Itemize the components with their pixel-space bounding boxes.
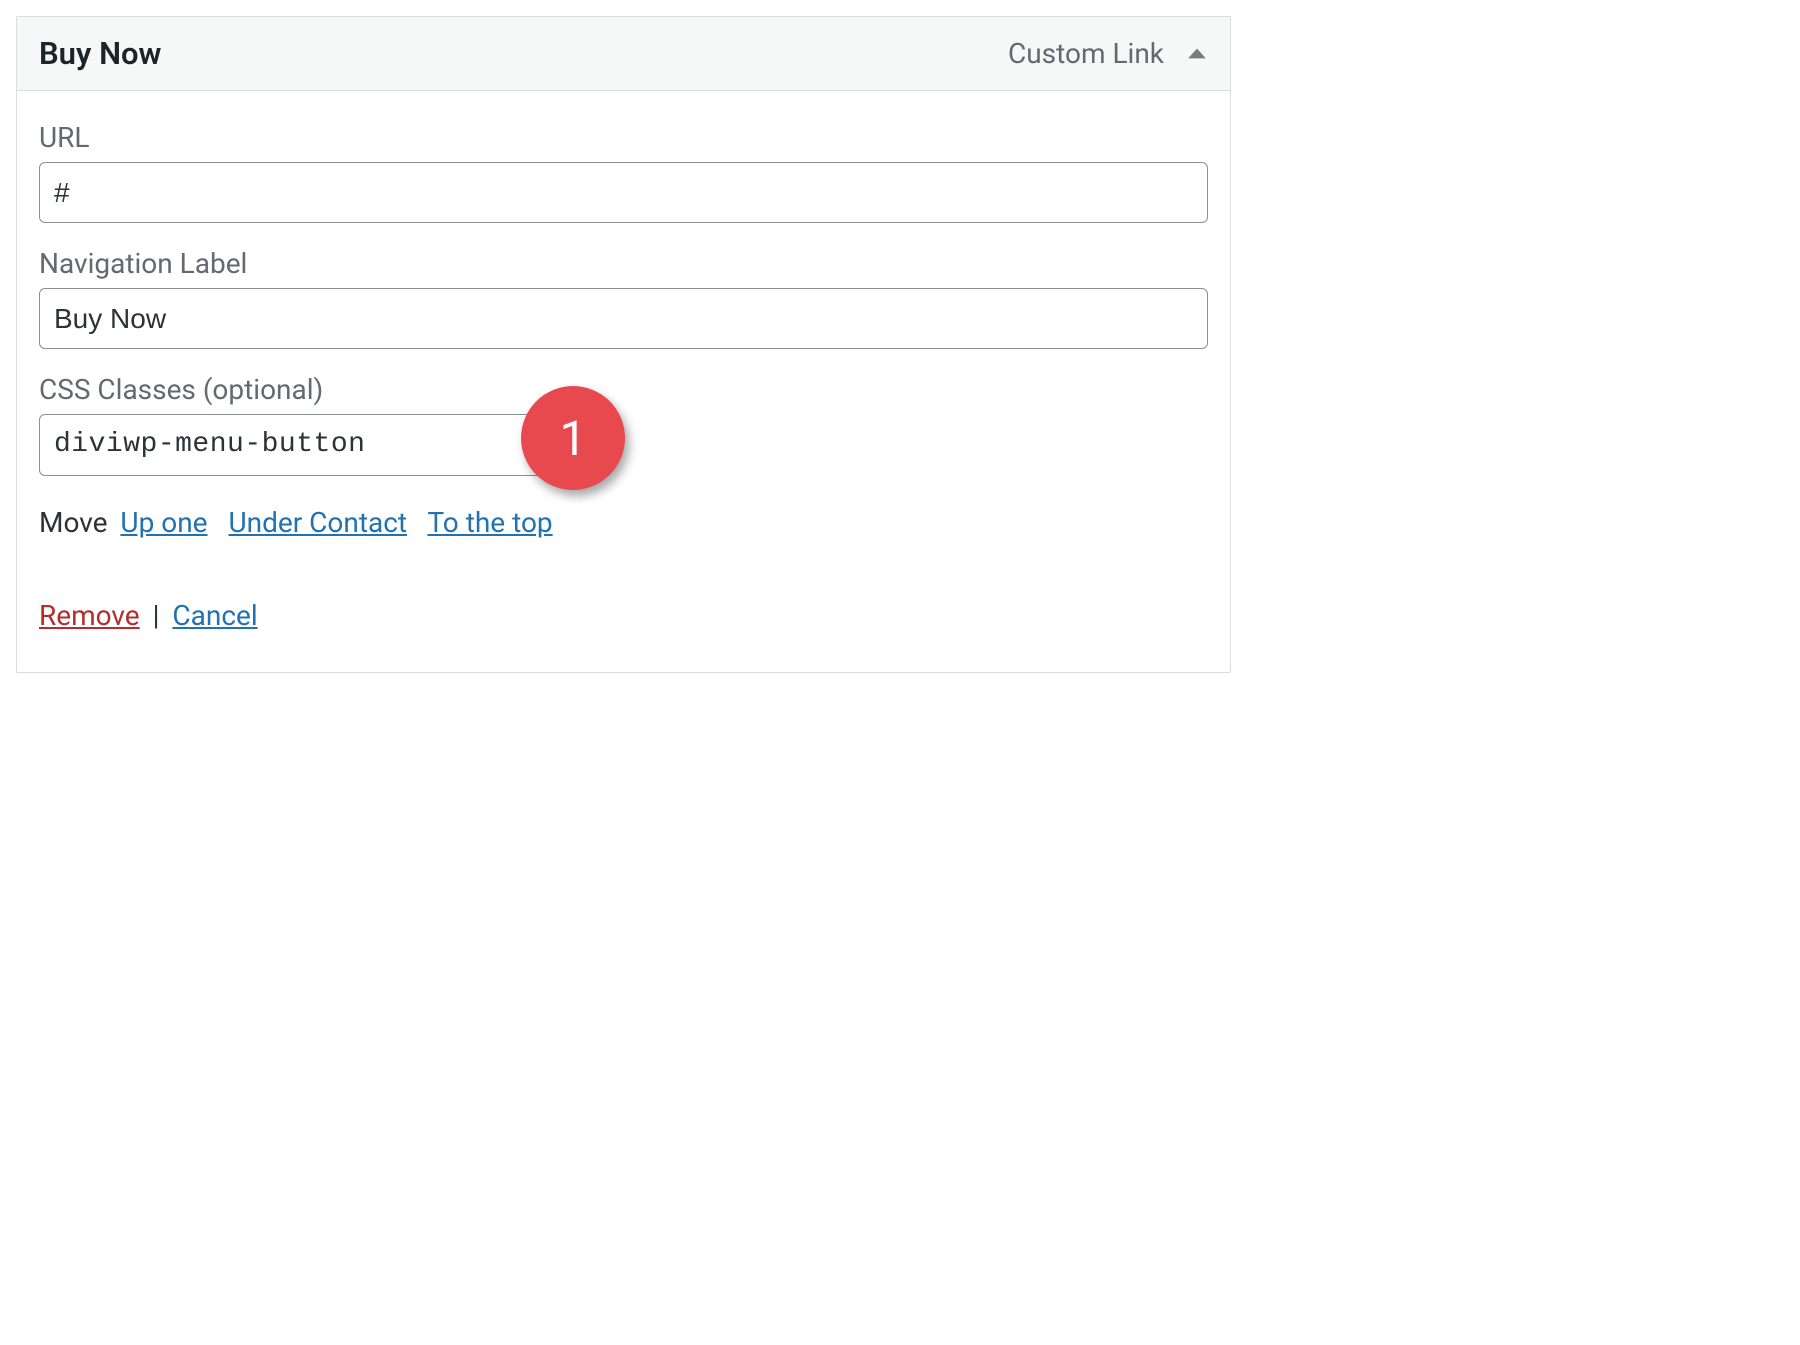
url-field-group: URL xyxy=(39,121,1208,223)
action-separator: | xyxy=(153,599,160,632)
css-classes-label: CSS Classes (optional) xyxy=(39,373,1208,406)
menu-item-type-wrap: Custom Link xyxy=(1008,37,1208,70)
move-row: Move Up one Under Contact To the top xyxy=(39,506,1208,539)
move-up-one-link[interactable]: Up one xyxy=(120,506,207,539)
move-prefix: Move xyxy=(39,506,107,539)
remove-link[interactable]: Remove xyxy=(39,599,140,632)
menu-item-header[interactable]: Buy Now Custom Link xyxy=(17,17,1230,91)
move-to-top-link[interactable]: To the top xyxy=(427,506,552,539)
menu-item-title: Buy Now xyxy=(39,35,161,72)
navigation-label-input[interactable] xyxy=(39,288,1208,349)
cancel-link[interactable]: Cancel xyxy=(172,599,257,632)
url-input[interactable] xyxy=(39,162,1208,223)
css-classes-input[interactable] xyxy=(39,414,549,475)
action-row: Remove | Cancel xyxy=(39,599,1208,632)
menu-item-body: URL Navigation Label CSS Classes (option… xyxy=(17,91,1230,672)
menu-item-type: Custom Link xyxy=(1008,37,1164,70)
navigation-label-field-group: Navigation Label xyxy=(39,247,1208,349)
collapse-toggle-icon[interactable] xyxy=(1186,43,1208,65)
navigation-label-label: Navigation Label xyxy=(39,247,1208,280)
css-classes-row: 1 xyxy=(39,414,549,475)
url-label: URL xyxy=(39,121,1208,154)
annotation-badge-1: 1 xyxy=(521,386,625,490)
menu-item-card: Buy Now Custom Link URL Navigation Label… xyxy=(16,16,1231,673)
move-under-link[interactable]: Under Contact xyxy=(228,506,407,539)
css-classes-field-group: CSS Classes (optional) 1 xyxy=(39,373,1208,475)
